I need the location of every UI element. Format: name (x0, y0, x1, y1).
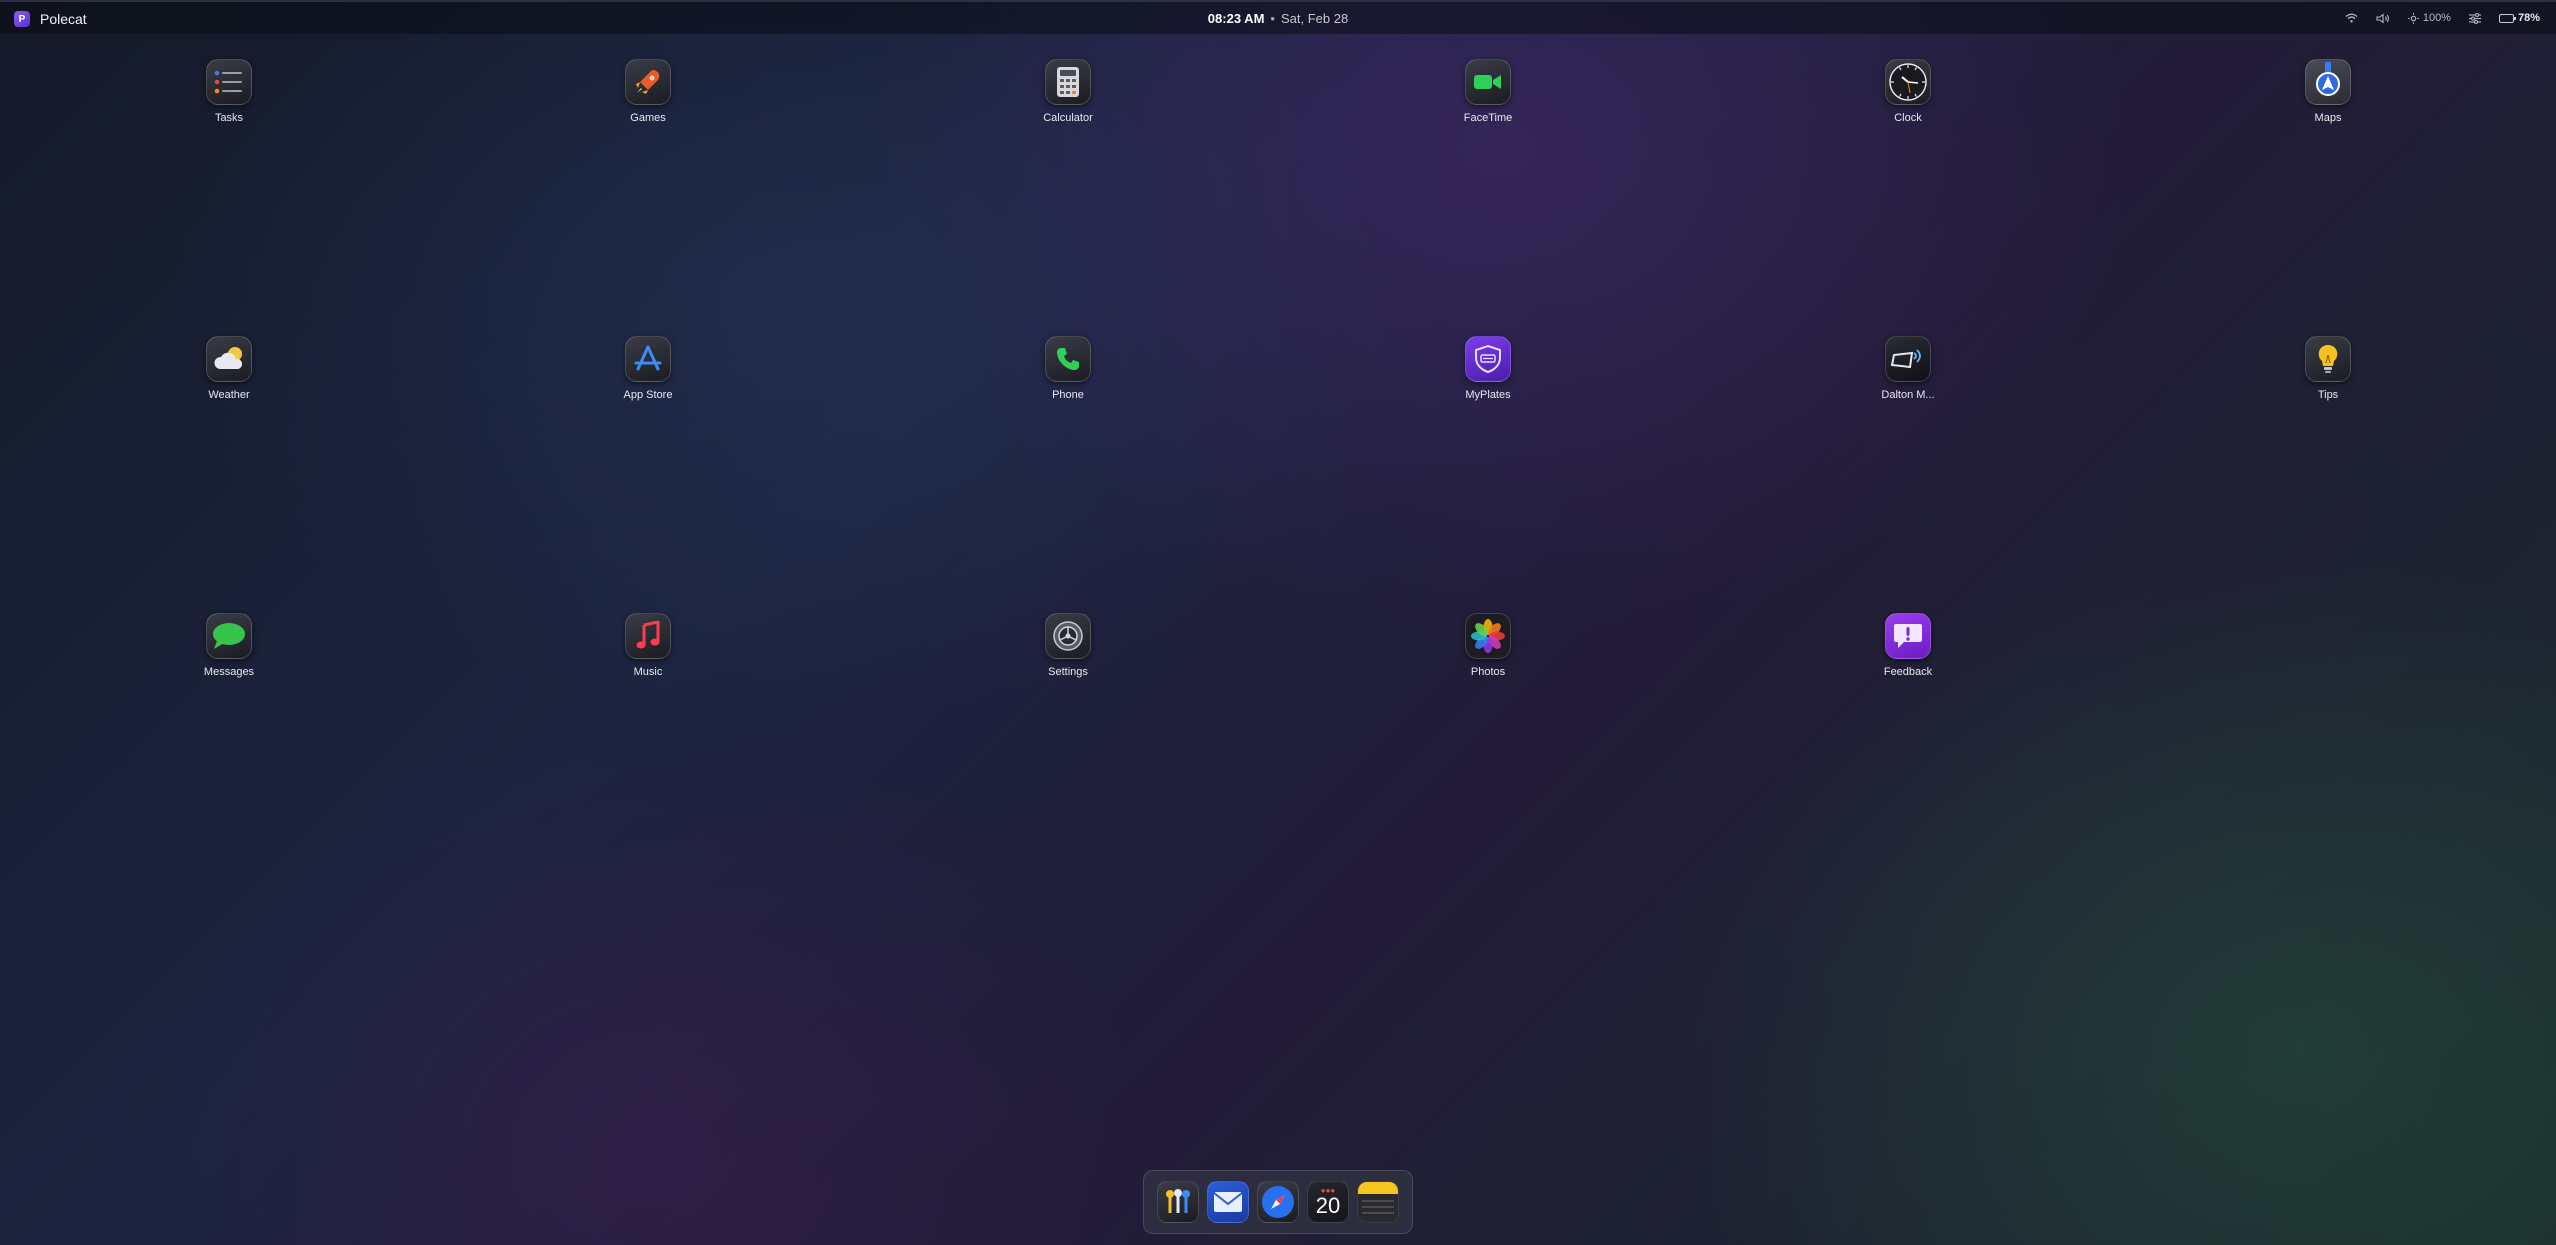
brightness-value: 100% (2422, 12, 2451, 24)
app-myplates[interactable]: MyPlates (1418, 336, 1558, 401)
dalton-icon (1885, 336, 1931, 382)
status-area: 100% 78% (2345, 12, 2540, 24)
app-label: Music (633, 666, 663, 678)
battery-icon (2498, 13, 2516, 23)
app-tips[interactable]: Tips (2258, 336, 2398, 401)
app-phone[interactable]: Phone (998, 336, 1138, 401)
video-camera-icon (1465, 59, 1511, 105)
dock: ●●● 20 (1143, 1170, 1413, 1234)
app-label: App Store (623, 389, 673, 401)
app-facetime[interactable]: FaceTime (1418, 59, 1558, 124)
app-app-store[interactable]: App Store (578, 336, 718, 401)
control-center-button[interactable] (2468, 12, 2481, 24)
app-label: Photos (1470, 666, 1506, 678)
app-label: Feedback (1883, 666, 1933, 678)
sliders-icon (2468, 12, 2481, 24)
app-calculator[interactable]: Calculator (998, 59, 1138, 124)
mail-icon[interactable] (1207, 1181, 1249, 1223)
volume-status[interactable] (2376, 12, 2390, 24)
app-label: Tips (2317, 389, 2339, 401)
clock-separator: • (1270, 11, 1275, 26)
app-store-icon (625, 336, 671, 382)
app-music[interactable]: Music (578, 613, 718, 678)
app-label: Maps (2314, 112, 2342, 124)
battery-status[interactable]: 78% (2498, 12, 2540, 24)
message-bubble-icon (206, 613, 252, 659)
app-maps[interactable]: Maps (2258, 59, 2398, 124)
clock-date[interactable]: 08:23 AM • Sat, Feb 28 (0, 11, 2556, 26)
app-label: Weather (208, 389, 250, 401)
app-label: Messages (203, 666, 255, 678)
rocket-icon (625, 59, 671, 105)
app-label: Tasks (214, 112, 244, 124)
app-label: Clock (1894, 112, 1922, 124)
app-clock[interactable]: Clock (1838, 59, 1978, 124)
app-games[interactable]: Games (578, 59, 718, 124)
app-dalton[interactable]: Dalton M... (1838, 336, 1978, 401)
calendar-icon[interactable]: ●●● 20 (1307, 1181, 1349, 1223)
photos-flower-icon (1465, 613, 1511, 659)
wifi-status[interactable] (2345, 13, 2358, 23)
gear-icon (1045, 613, 1091, 659)
sun-icon (2407, 12, 2419, 24)
compass-icon (2305, 59, 2351, 105)
brightness-status[interactable]: 100% (2407, 12, 2451, 24)
battery-percent: 78% (2517, 12, 2540, 24)
phone-icon (1045, 336, 1091, 382)
clock-date-text: Sat, Feb 28 (1280, 11, 1349, 26)
clock-icon (1885, 59, 1931, 105)
calendar-day: 20 (1315, 1193, 1341, 1218)
app-label: MyPlates (1465, 389, 1511, 401)
clock-time: 08:23 AM (1207, 11, 1265, 26)
cloud-sun-icon (206, 336, 252, 382)
app-feedback[interactable]: Feedback (1838, 613, 1978, 678)
calculator-icon (1045, 59, 1091, 105)
app-label: Calculator (1043, 112, 1093, 124)
notes-icon[interactable] (1357, 1181, 1399, 1223)
app-photos[interactable]: Photos (1418, 613, 1558, 678)
menu-bar: P Polecat 08:23 AM • Sat, Feb 28 100% 78… (0, 0, 2556, 34)
safari-icon[interactable] (1257, 1181, 1299, 1223)
app-weather[interactable]: Weather (159, 336, 299, 401)
app-settings[interactable]: Settings (998, 613, 1138, 678)
app-label: Games (630, 112, 666, 124)
lightbulb-icon (2305, 336, 2351, 382)
app-label: Dalton M... (1881, 389, 1935, 401)
feedback-icon (1885, 613, 1931, 659)
wifi-icon (2345, 13, 2358, 23)
speaker-icon (2376, 12, 2389, 24)
app-messages[interactable]: Messages (159, 613, 299, 678)
app-label: Settings (1048, 666, 1088, 678)
shield-plate-icon (1465, 336, 1511, 382)
keychain-icon[interactable] (1157, 1181, 1199, 1223)
app-label: FaceTime (1463, 112, 1513, 124)
app-tasks[interactable]: Tasks (159, 59, 299, 124)
app-label: Phone (1052, 389, 1084, 401)
music-note-icon (625, 613, 671, 659)
tasks-icon (206, 59, 252, 105)
